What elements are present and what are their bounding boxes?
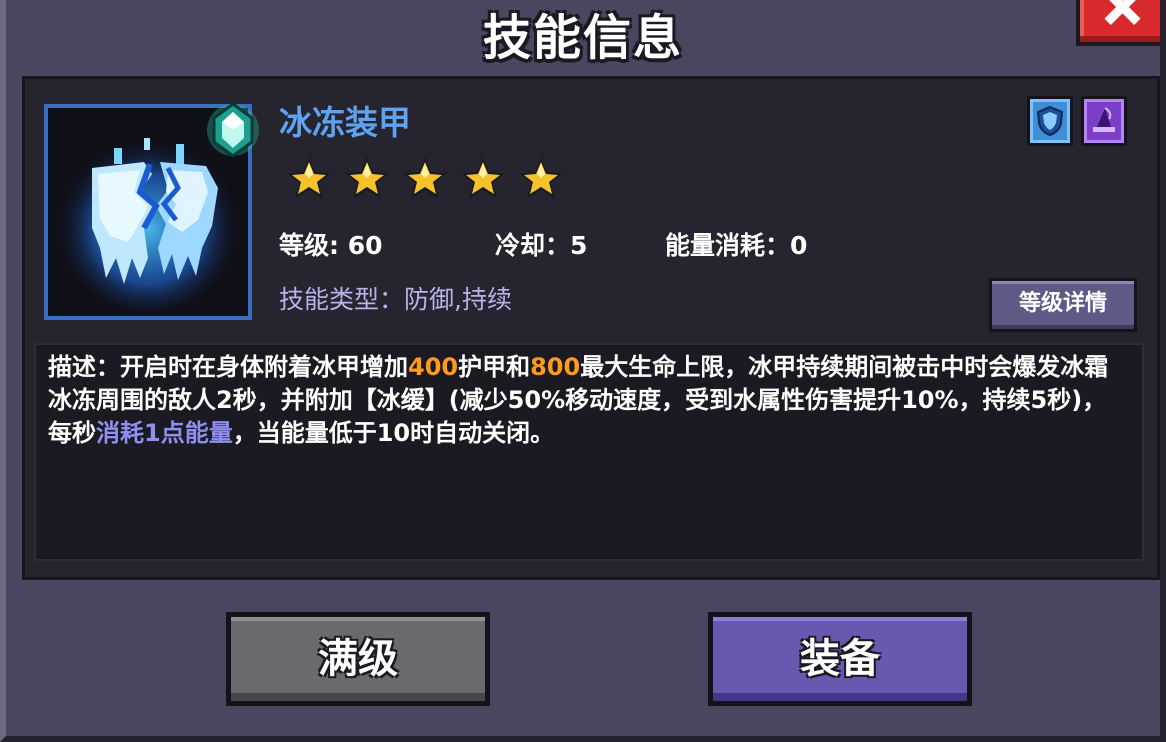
skill-description-box: 描述：开启时在身体附着冰甲增加400护甲和800最大生命上限，冰甲持续期间被击中…: [34, 343, 1144, 561]
close-button[interactable]: [1076, 0, 1160, 46]
magic-hat-element-icon: [1081, 96, 1127, 146]
armor-value: 400: [408, 353, 459, 381]
description-text: 描述：开启时在身体附着冰甲增加: [48, 353, 408, 381]
skill-element-icons: [1027, 96, 1127, 146]
description-text: ，当能量低于10时自动关闭。: [232, 419, 555, 447]
star-icon: [461, 157, 505, 199]
level-details-button[interactable]: 等级详情: [989, 278, 1137, 332]
star-icon: [287, 157, 331, 199]
description-text: 护甲和: [458, 353, 531, 381]
skill-name: 冰冻装甲: [279, 103, 411, 142]
skill-cooldown: 冷却：5: [495, 231, 588, 260]
skill-energy-cost: 能量消耗：0: [665, 231, 808, 260]
equip-button[interactable]: 装备: [708, 612, 972, 706]
star-icon: [345, 157, 389, 199]
hp-value: 800: [530, 353, 581, 381]
max-level-button[interactable]: 满级: [226, 612, 490, 706]
skill-description: 描述：开启时在身体附着冰甲增加400护甲和800最大生命上限，冰甲持续期间被击中…: [48, 351, 1126, 450]
shield-element-icon: [1027, 96, 1073, 146]
gem-badge-icon: [207, 102, 259, 158]
skill-rarity-stars: [284, 154, 566, 204]
star-icon: [519, 157, 563, 199]
dialog-title: 技能信息: [482, 10, 683, 66]
energy-cost-highlight: 消耗1点能量: [96, 419, 233, 447]
skill-level: 等级: 60: [279, 231, 383, 260]
skill-type: 技能类型：防御,持续: [279, 285, 512, 314]
close-icon: [1102, 0, 1142, 26]
star-icon: [403, 157, 447, 199]
